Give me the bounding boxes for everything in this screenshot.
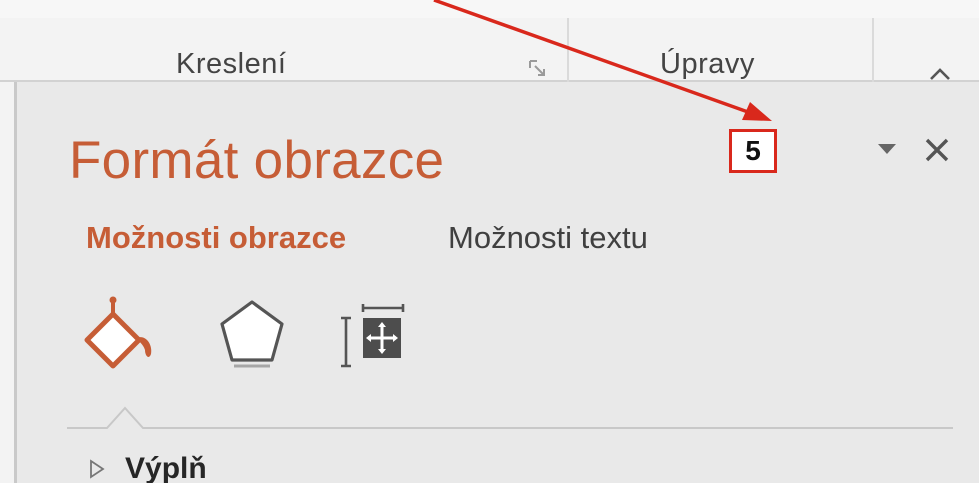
pane-close-button[interactable] [917, 130, 957, 170]
section-fill-header[interactable]: Výplň [89, 452, 207, 483]
ribbon-group-label-editing: Úpravy [660, 48, 755, 80]
tab-text-options[interactable]: Možnosti textu [448, 220, 648, 256]
chevron-up-icon [930, 68, 950, 80]
section-fill-label: Výplň [125, 452, 207, 483]
triangle-down-icon [878, 144, 896, 154]
expand-triangle-icon [90, 459, 105, 479]
selected-category-pointer [67, 406, 953, 429]
tab-shape-options[interactable]: Možnosti obrazce [86, 220, 346, 256]
app-screenshot: Kreslení Úpravy Formát obrazce Možnosti … [0, 0, 979, 483]
effects-button[interactable] [212, 294, 292, 374]
fill-line-button[interactable] [79, 294, 159, 374]
effects-pentagon-icon [220, 300, 284, 368]
ribbon-group-bar: Kreslení Úpravy [0, 18, 979, 96]
fill-line-icon [84, 296, 152, 369]
pane-options-button[interactable] [872, 134, 902, 164]
ribbon-upper-strip [0, 0, 979, 18]
size-properties-button[interactable] [335, 294, 415, 374]
dialog-launcher-icon[interactable] [527, 58, 549, 80]
close-icon [925, 138, 949, 162]
pane-title: Formát obrazce [69, 131, 445, 190]
format-shape-pane: Formát obrazce Možnosti obrazce Možnosti… [14, 82, 979, 483]
ribbon-group-label-drawing: Kreslení [176, 48, 287, 80]
size-properties-icon [341, 304, 405, 368]
callout-number-badge: 5 [729, 129, 777, 173]
